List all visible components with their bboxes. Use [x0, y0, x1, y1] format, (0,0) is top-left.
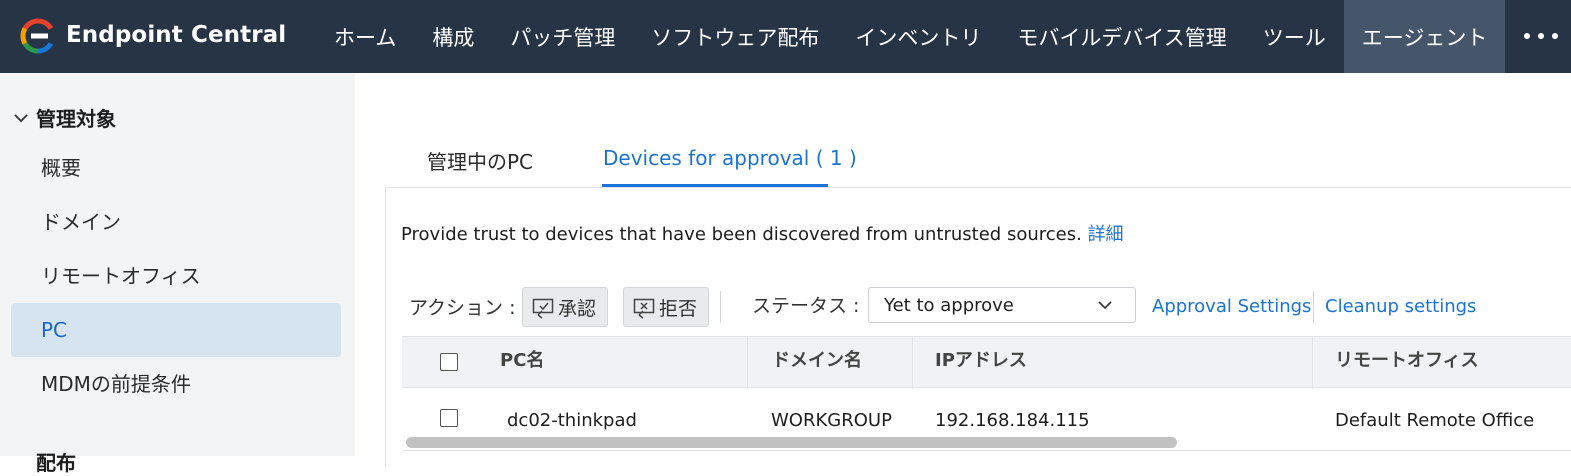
chevron-down-icon: [1098, 301, 1112, 310]
nav-patch-management[interactable]: パッチ管理: [492, 0, 633, 73]
sidebar-item-domain[interactable]: ドメイン: [11, 193, 341, 247]
details-link[interactable]: 詳細: [1088, 224, 1124, 245]
approve-icon: [532, 298, 554, 319]
description-text: Provide trust to devices that have been …: [401, 220, 1124, 246]
toolbar-divider: [720, 291, 721, 323]
description-body: Provide trust to devices that have been …: [401, 224, 1082, 245]
select-all-checkbox[interactable]: [440, 353, 458, 371]
tab-devices-for-approval[interactable]: Devices for approval ( 1 ): [603, 146, 857, 170]
cell-ip-address: 192.168.184.115: [935, 410, 1090, 431]
status-select-value: Yet to approve: [884, 294, 1014, 316]
top-bar: Endpoint Central ホーム 構成 パッチ管理 ソフトウェア配布 イ…: [0, 0, 1571, 73]
column-header-remote-office[interactable]: リモートオフィス: [1335, 346, 1479, 372]
nav-configuration[interactable]: 構成: [414, 0, 492, 73]
sidebar-section-managed[interactable]: 管理対象: [12, 103, 116, 132]
nav-tools[interactable]: ツール: [1245, 0, 1344, 73]
reject-button[interactable]: 拒否: [623, 287, 709, 327]
approve-label: 承認: [558, 297, 597, 320]
nav-inventory[interactable]: インベントリ: [837, 0, 999, 73]
sidebar: 管理対象 概要 ドメイン リモートオフィス PC MDMの前提条件 配布: [0, 73, 355, 475]
nav-mdm[interactable]: モバイルデバイス管理: [999, 0, 1244, 73]
chevron-down-icon: [14, 113, 28, 122]
column-divider[interactable]: [912, 337, 913, 389]
sidebar-section-deployment[interactable]: 配布: [36, 447, 76, 476]
more-horizontal-icon[interactable]: [1524, 24, 1558, 48]
status-select[interactable]: Yet to approve: [868, 287, 1136, 323]
sidebar-item-overview[interactable]: 概要: [11, 139, 341, 193]
approval-settings-link[interactable]: Approval Settings: [1152, 296, 1311, 317]
sidebar-section-label: 管理対象: [36, 107, 116, 131]
column-header-pc-name[interactable]: PC名: [500, 346, 544, 372]
column-divider[interactable]: [747, 337, 748, 389]
column-header-domain[interactable]: ドメイン名: [772, 346, 862, 372]
reject-label: 拒否: [659, 297, 698, 320]
table-header: PC名 ドメイン名 IPアドレス リモートオフィス: [402, 336, 1571, 389]
app-title[interactable]: Endpoint Central: [66, 22, 286, 48]
cell-domain: WORKGROUP: [771, 410, 892, 431]
tab-managed-pcs[interactable]: 管理中のPC: [427, 146, 533, 175]
main-nav: ホーム 構成 パッチ管理 ソフトウェア配布 インベントリ モバイルデバイス管理 …: [316, 0, 1506, 73]
endpoint-central-logo-icon[interactable]: [20, 18, 56, 54]
sidebar-item-mdm-prerequisites[interactable]: MDMの前提条件: [11, 355, 341, 409]
sidebar-item-pc[interactable]: PC: [11, 303, 341, 357]
links-divider: [1313, 291, 1314, 323]
nav-software-deployment[interactable]: ソフトウェア配布: [633, 0, 837, 73]
column-divider[interactable]: [1312, 337, 1313, 389]
horizontal-scrollbar[interactable]: [406, 437, 1177, 448]
nav-home[interactable]: ホーム: [316, 0, 414, 73]
status-label: ステータス :: [752, 295, 860, 317]
cell-remote-office: Default Remote Office: [1335, 410, 1535, 431]
actions-label: アクション :: [409, 297, 516, 319]
cell-pc-name[interactable]: dc02-thinkpad: [507, 410, 637, 431]
row-divider: [402, 450, 1571, 451]
nav-agent[interactable]: エージェント: [1343, 0, 1506, 73]
approve-button[interactable]: 承認: [522, 287, 608, 327]
row-checkbox[interactable]: [440, 409, 458, 427]
cleanup-settings-link[interactable]: Cleanup settings: [1325, 296, 1476, 317]
column-header-ip-address[interactable]: IPアドレス: [935, 346, 1027, 372]
sidebar-item-remote-office[interactable]: リモートオフィス: [11, 247, 341, 301]
reject-icon: [633, 298, 655, 319]
